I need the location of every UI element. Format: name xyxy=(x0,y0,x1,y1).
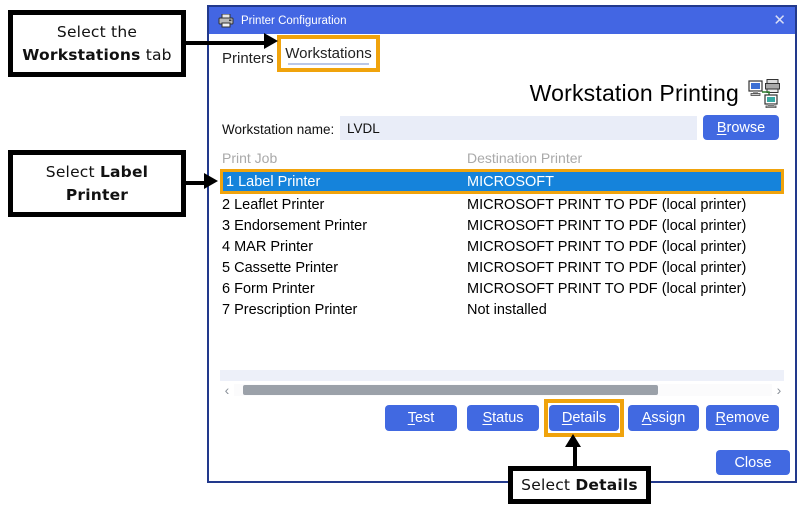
tab-workstations[interactable]: Workstations xyxy=(285,45,371,62)
destination-printer-cell: MICROSOFT PRINT TO PDF (local printer) xyxy=(467,281,746,297)
title-bar[interactable]: Printer Configuration ✕ xyxy=(209,7,795,34)
list-item[interactable]: 7 Prescription Printer Not installed xyxy=(222,299,784,320)
callout-select-workstations-tab: Select the Workstations tab xyxy=(8,10,186,77)
list-item-selected[interactable]: 1 Label Printer MICROSOFT xyxy=(223,172,781,191)
print-job-cell: 2 Leaflet Printer xyxy=(222,197,467,213)
horizontal-scrollbar[interactable]: ‹ › xyxy=(220,383,786,397)
list-item[interactable]: 2 Leaflet Printer MICROSOFT PRINT TO PDF… xyxy=(222,194,784,215)
print-job-cell: 6 Form Printer xyxy=(222,281,467,297)
selected-row-highlight-box: 1 Label Printer MICROSOFT xyxy=(220,169,784,194)
tutorial-page: Printer Configuration ✕ Printers Worksta… xyxy=(0,0,804,510)
callout-select-details: Select Details xyxy=(508,466,651,504)
column-header-destination-printer: Destination Printer xyxy=(467,150,582,166)
print-job-cell: 5 Cassette Printer xyxy=(222,260,467,276)
scroll-right-icon[interactable]: › xyxy=(772,383,786,397)
workstation-name-input[interactable] xyxy=(340,116,697,140)
page-title: Workstation Printing xyxy=(530,80,739,107)
active-tab-underline xyxy=(288,63,369,65)
printer-configuration-dialog: Printer Configuration ✕ Printers Worksta… xyxy=(207,5,797,483)
tab-printers[interactable]: Printers xyxy=(222,47,274,71)
print-job-cell: 3 Endorsement Printer xyxy=(222,218,467,234)
callout1-connector-line xyxy=(186,41,264,45)
list-item[interactable]: 6 Form Printer MICROSOFT PRINT TO PDF (l… xyxy=(222,278,784,299)
callout-select-label-printer: Select Label Printer xyxy=(8,150,186,217)
browse-button[interactable]: Browse xyxy=(703,115,779,140)
workstation-printing-icon xyxy=(748,79,781,108)
print-job-cell: 1 Label Printer xyxy=(226,174,467,190)
scroll-left-icon[interactable]: ‹ xyxy=(220,383,234,397)
status-button[interactable]: Status xyxy=(467,405,539,431)
print-job-cell: 4 MAR Printer xyxy=(222,239,467,255)
window-title: Printer Configuration xyxy=(241,15,346,27)
column-header-print-job: Print Job xyxy=(222,150,277,166)
destination-printer-cell: MICROSOFT PRINT TO PDF (local printer) xyxy=(467,218,746,234)
destination-printer-cell: MICROSOFT xyxy=(467,174,554,190)
list-item[interactable]: 3 Endorsement Printer MICROSOFT PRINT TO… xyxy=(222,215,784,236)
scrollbar-track[interactable] xyxy=(234,384,772,396)
close-button[interactable]: Close xyxy=(716,450,790,475)
callout3-connector-line xyxy=(573,447,577,466)
printer-icon xyxy=(218,14,234,28)
workstations-tab-highlight-box: Workstations xyxy=(277,35,380,72)
remove-button[interactable]: Remove xyxy=(706,405,779,431)
arrow-right-icon xyxy=(204,173,218,189)
assign-button[interactable]: Assign xyxy=(628,405,699,431)
list-item[interactable]: 5 Cassette Printer MICROSOFT PRINT TO PD… xyxy=(222,257,784,278)
callout2-connector-line xyxy=(186,181,204,185)
list-item[interactable]: 4 MAR Printer MICROSOFT PRINT TO PDF (lo… xyxy=(222,236,784,257)
close-icon[interactable]: ✕ xyxy=(773,13,786,28)
arrow-up-icon xyxy=(565,434,581,447)
print-job-cell: 7 Prescription Printer xyxy=(222,302,467,318)
destination-printer-cell: MICROSOFT PRINT TO PDF (local printer) xyxy=(467,239,746,255)
scrollbar-thumb[interactable] xyxy=(243,385,658,395)
destination-printer-cell: MICROSOFT PRINT TO PDF (local printer) xyxy=(467,197,746,213)
destination-printer-cell: MICROSOFT PRINT TO PDF (local printer) xyxy=(467,260,746,276)
arrow-right-icon xyxy=(264,33,278,49)
test-button[interactable]: Test xyxy=(385,405,457,431)
heading-row: Workstation Printing xyxy=(530,79,781,108)
details-button[interactable]: Details xyxy=(549,405,619,431)
workstation-name-label: Workstation name: xyxy=(222,118,334,142)
destination-printer-cell: Not installed xyxy=(467,302,547,318)
list-bottom-strip xyxy=(220,370,784,381)
